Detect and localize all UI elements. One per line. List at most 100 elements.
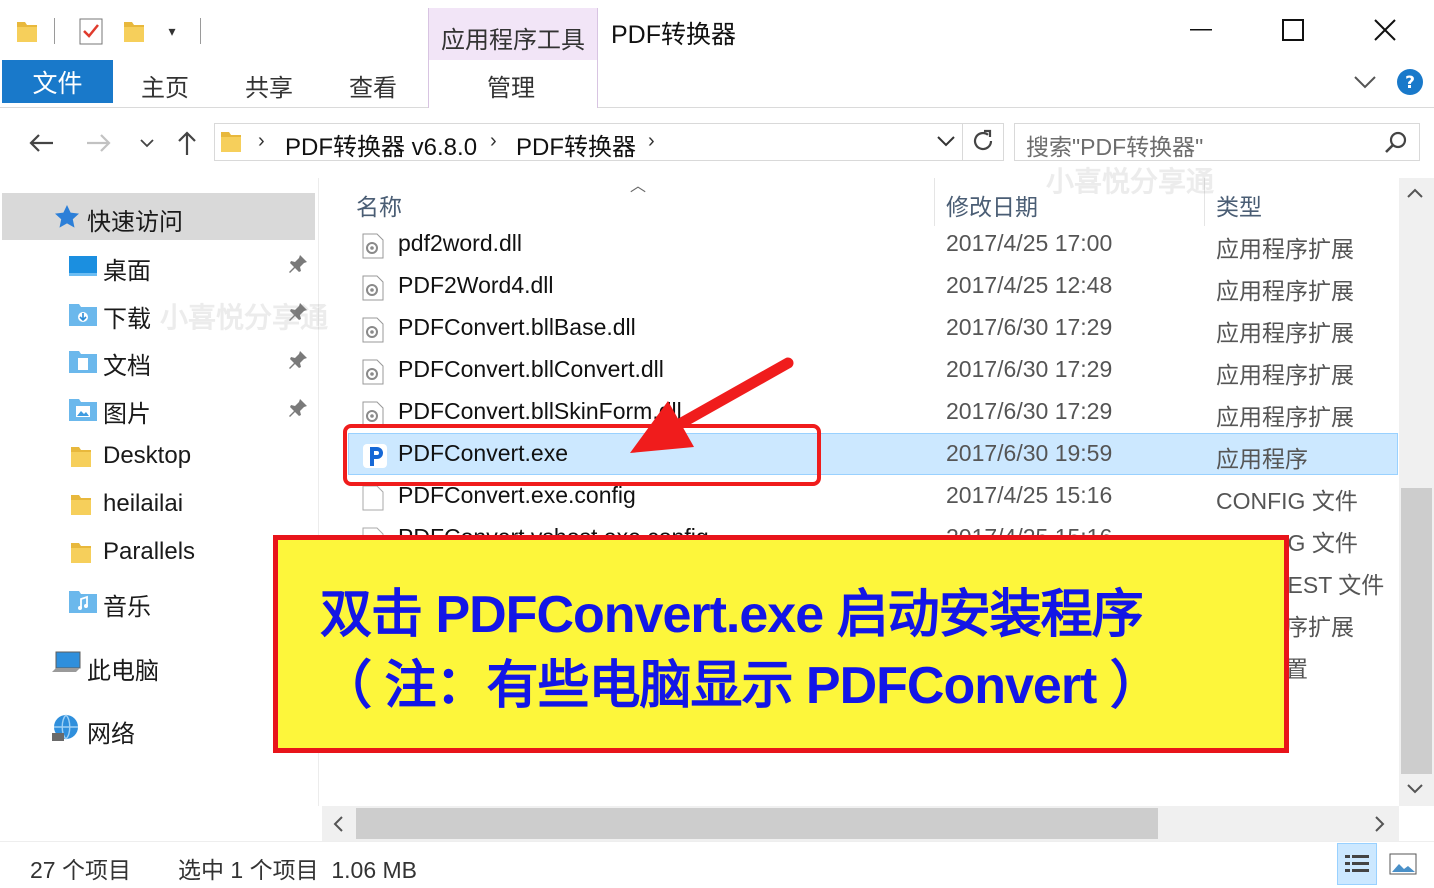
computer-icon: [50, 650, 82, 678]
ribbon-tab-bar: [0, 60, 1434, 108]
file-type: 应用程序扩展: [1216, 362, 1354, 388]
file-type: 应用程序扩展: [1216, 236, 1354, 262]
vertical-scroll-thumb[interactable]: [1401, 488, 1432, 774]
context-tab-group-label: 应用程序工具: [441, 27, 585, 54]
file-type: 应用程序扩展: [1216, 320, 1354, 346]
nav-item-downloads[interactable]: 下载: [103, 299, 151, 334]
tab-share[interactable]: 共享: [245, 68, 293, 103]
file-type: 应用程序扩展: [1216, 404, 1354, 430]
breadcrumb-separator-icon[interactable]: ›: [648, 130, 655, 153]
file-date: 2017/4/25 17:00: [946, 230, 1113, 256]
nav-item-documents[interactable]: 文档: [103, 346, 151, 381]
tab-view[interactable]: 查看: [349, 68, 397, 103]
refresh-icon[interactable]: [970, 128, 998, 156]
sort-ascending-icon: ︿: [630, 178, 647, 195]
minimize-button[interactable]: [1178, 12, 1224, 48]
folder-icon: [70, 539, 94, 565]
file-date: 2017/6/30 17:29: [946, 314, 1113, 340]
file-date: 2017/6/30 17:29: [946, 398, 1113, 424]
file-type: 应用程序扩展: [1216, 278, 1354, 304]
recent-locations-icon[interactable]: [138, 126, 156, 160]
scroll-right-icon[interactable]: [1374, 815, 1386, 838]
dll-icon: [362, 317, 384, 343]
tab-file[interactable]: 文件: [2, 60, 113, 103]
search-placeholder: 搜索"PDF转换器": [1026, 134, 1204, 160]
maximize-button[interactable]: [1270, 12, 1316, 48]
scroll-left-icon[interactable]: [332, 815, 344, 838]
close-button[interactable]: [1362, 12, 1408, 48]
downloads-icon: [68, 301, 98, 327]
pointer-arrow-icon: [630, 357, 794, 453]
file-type: 应用程序: [1216, 446, 1308, 472]
status-selection: 选中 1 个项目 1.06 MB: [178, 857, 418, 883]
music-icon: [68, 588, 98, 614]
nav-this-pc[interactable]: 此电脑: [87, 651, 159, 686]
folder-icon: [220, 128, 244, 154]
breadcrumb-item[interactable]: PDF转换器 v6.8.0: [285, 127, 477, 162]
file-icon: [362, 485, 384, 511]
nav-item-desktop[interactable]: 桌面: [103, 251, 151, 286]
up-button[interactable]: [172, 126, 202, 160]
window-title: PDF转换器: [611, 21, 737, 49]
scroll-down-icon[interactable]: [1406, 782, 1424, 800]
column-resizer[interactable]: [934, 178, 935, 226]
pictures-icon: [68, 396, 98, 422]
nav-item-desktop-folder[interactable]: Desktop: [103, 442, 191, 470]
column-header-date[interactable]: 修改日期: [946, 188, 1038, 222]
back-button[interactable]: [26, 126, 56, 160]
search-icon[interactable]: [1384, 130, 1410, 156]
svg-text:?: ?: [1405, 73, 1415, 93]
folder-icon: [70, 491, 94, 517]
file-name[interactable]: pdf2word.dll: [398, 230, 522, 257]
status-item-count: 27 个项目: [30, 857, 131, 883]
dll-icon: [362, 359, 384, 385]
breadcrumb-separator-icon[interactable]: ›: [258, 130, 265, 153]
folder-icon[interactable]: [14, 14, 40, 48]
scroll-up-icon[interactable]: [1406, 186, 1424, 204]
column-header-name[interactable]: 名称: [356, 188, 402, 222]
file-name[interactable]: PDFConvert.bllBase.dll: [398, 314, 636, 341]
column-header-type[interactable]: 类型: [1216, 188, 1262, 222]
pin-icon[interactable]: [288, 398, 308, 423]
nav-network[interactable]: 网络: [87, 714, 135, 749]
properties-icon[interactable]: [76, 14, 106, 48]
nav-item-heilailai[interactable]: heilailai: [103, 490, 183, 518]
address-divider: [962, 124, 963, 160]
nav-quick-access[interactable]: 快速访问: [87, 202, 183, 237]
file-name[interactable]: PDFConvert.exe.config: [398, 482, 636, 509]
file-date: 2017/6/30 17:29: [946, 356, 1113, 382]
breadcrumb-item[interactable]: PDF转换器: [516, 127, 636, 162]
pin-icon[interactable]: [288, 254, 308, 279]
address-dropdown-icon[interactable]: [936, 134, 958, 154]
nav-item-music[interactable]: 音乐: [103, 587, 151, 622]
tab-manage[interactable]: 管理: [487, 68, 535, 103]
new-folder-icon[interactable]: [120, 14, 148, 48]
nav-item-pictures[interactable]: 图片: [103, 394, 151, 429]
help-icon[interactable]: ?: [1396, 68, 1424, 96]
desktop-icon: [68, 254, 98, 278]
dll-icon: [362, 275, 384, 301]
horizontal-scroll-thumb[interactable]: [356, 808, 1158, 839]
network-icon: [50, 713, 82, 743]
star-icon: [54, 204, 80, 230]
file-date: 2017/6/30 19:59: [946, 440, 1113, 466]
instruction-line-2: （ 注：有些电脑显示 PDFConvert ）: [320, 657, 1162, 715]
tab-home[interactable]: 主页: [141, 68, 189, 103]
instruction-line-1: 双击 PDFConvert.exe 启动安装程序: [320, 586, 1144, 644]
large-icons-view-icon[interactable]: [1386, 847, 1420, 881]
toolbar-divider: [54, 18, 55, 44]
nav-item-parallels[interactable]: Parallels: [103, 538, 195, 566]
breadcrumb-separator-icon[interactable]: ›: [490, 130, 497, 153]
pin-icon[interactable]: [288, 350, 308, 375]
forward-button[interactable]: [84, 126, 114, 160]
toolbar-divider: [200, 18, 201, 44]
file-date: 2017/4/25 12:48: [946, 272, 1113, 298]
dll-icon: [362, 233, 384, 259]
details-view-icon[interactable]: [1337, 843, 1377, 885]
expand-ribbon-icon[interactable]: [1352, 68, 1380, 96]
watermark: 小喜悦分享通: [160, 302, 329, 333]
file-name[interactable]: PDF2Word4.dll: [398, 272, 554, 299]
customize-toolbar-icon[interactable]: ▾: [162, 14, 182, 48]
documents-icon: [68, 348, 98, 374]
folder-icon: [70, 443, 94, 469]
